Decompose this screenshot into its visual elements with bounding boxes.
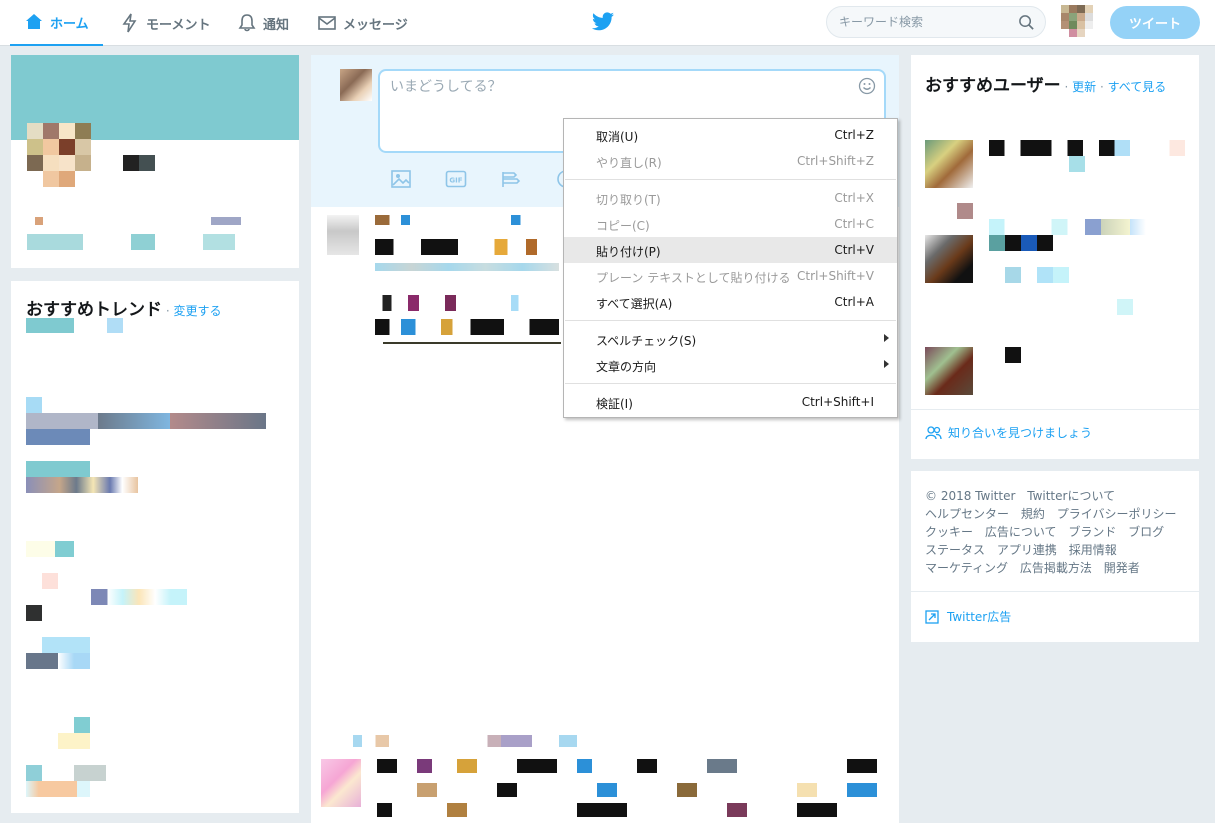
footer-card: © 2018 Twitter Twitterについて ヘルプセンター 規約 プラ… — [911, 471, 1199, 642]
footer-link[interactable]: マーケティング — [925, 561, 1008, 575]
footer-link[interactable]: プライバシーポリシー — [1057, 507, 1177, 521]
top-navigation: ホーム モーメント 通知 メッセージ ツイート — [0, 0, 1215, 46]
bell-icon — [238, 14, 256, 32]
search-input[interactable] — [827, 7, 1007, 37]
nav-home[interactable]: ホーム — [10, 0, 103, 46]
search-icon[interactable] — [1018, 14, 1035, 31]
footer-link[interactable]: クッキー — [925, 525, 973, 539]
twitter-bird-icon[interactable] — [591, 11, 615, 33]
lightning-icon — [122, 13, 137, 33]
user-avatar — [925, 235, 973, 283]
footer-link[interactable]: 開発者 — [1104, 561, 1140, 575]
profile-avatar[interactable] — [27, 123, 91, 187]
footer-link[interactable]: Twitterについて — [1027, 489, 1115, 503]
menu-item-spellcheck[interactable]: スペルチェック(S) — [564, 326, 897, 352]
menu-item-undo[interactable]: 取消(U) Ctrl+Z — [564, 122, 897, 148]
trend-item[interactable] — [26, 397, 42, 413]
footer-link[interactable]: ブログ — [1128, 525, 1164, 539]
trend-item[interactable] — [74, 717, 90, 733]
footer-link[interactable]: 広告について — [985, 525, 1057, 539]
twitter-ads-link[interactable]: Twitter広告 — [925, 608, 1011, 625]
people-icon — [925, 425, 942, 439]
poll-icon[interactable] — [500, 168, 522, 190]
menu-item-copy[interactable]: コピー(C) Ctrl+C — [564, 211, 897, 237]
tweet-button[interactable]: ツイート — [1110, 6, 1200, 39]
menu-item-select-all[interactable]: すべて選択(A) Ctrl+A — [564, 289, 897, 315]
nav-home-label: ホーム — [50, 16, 89, 32]
submenu-arrow-icon — [884, 360, 889, 368]
external-link-icon — [925, 609, 939, 624]
submenu-arrow-icon — [884, 334, 889, 342]
tweet-item[interactable] — [327, 215, 567, 343]
trends-header: おすすめトレンド · 変更する — [26, 300, 222, 320]
footer-link[interactable]: 規約 — [1021, 507, 1045, 521]
nav-messages[interactable]: メッセージ — [317, 0, 408, 46]
refresh-link[interactable]: 更新 — [1072, 80, 1096, 94]
find-friends-label: 知り合いを見つけましょう — [948, 426, 1093, 440]
menu-item-redo[interactable]: やり直し(R) Ctrl+Shift+Z — [564, 148, 897, 174]
trends-card: おすすめトレンド · 変更する — [11, 281, 299, 813]
twitter-ads-label: Twitter広告 — [947, 610, 1012, 624]
find-friends-link[interactable]: 知り合いを見つけましょう — [925, 424, 1092, 441]
suggested-user[interactable] — [925, 203, 1185, 283]
nav-moments-label: モーメント — [146, 17, 211, 33]
image-icon[interactable] — [390, 168, 412, 190]
footer-link[interactable]: アプリ連携 — [997, 543, 1057, 557]
user-avatar — [925, 140, 973, 188]
nav-moments[interactable]: モーメント — [120, 0, 210, 46]
trends-change-link[interactable]: 変更する — [173, 304, 221, 318]
gif-icon[interactable]: GIF — [445, 168, 467, 190]
menu-item-inspect[interactable]: 検証(I) Ctrl+Shift+I — [564, 389, 897, 415]
trend-item[interactable] — [26, 318, 74, 333]
trend-item[interactable] — [26, 541, 74, 557]
envelope-icon — [318, 16, 336, 30]
trend-item[interactable] — [42, 637, 90, 653]
user-avatar — [925, 347, 973, 395]
menu-item-text-direction[interactable]: 文章の方向 — [564, 352, 897, 378]
menu-item-paste-plain[interactable]: プレーン テキストとして貼り付ける Ctrl+Shift+V — [564, 263, 897, 289]
who-to-follow-header: おすすめユーザー · 更新 · すべて見る — [925, 76, 1167, 96]
emoji-icon[interactable] — [858, 77, 876, 95]
svg-text:GIF: GIF — [449, 177, 462, 185]
view-all-link[interactable]: すべて見る — [1108, 80, 1167, 94]
footer-link[interactable]: ステータス — [925, 543, 985, 557]
nav-notifications-label: 通知 — [263, 17, 290, 33]
home-icon — [26, 14, 42, 29]
trends-title: おすすめトレンド — [26, 300, 162, 320]
suggested-user[interactable] — [925, 347, 1185, 395]
footer-link[interactable]: 広告掲載方法 — [1020, 561, 1092, 575]
search-box — [826, 6, 1046, 38]
footer-link[interactable]: 採用情報 — [1069, 543, 1117, 557]
user-avatar[interactable] — [1061, 5, 1093, 37]
profile-stats-blur — [27, 234, 83, 250]
menu-item-cut[interactable]: 切り取り(T) Ctrl+X — [564, 185, 897, 211]
footer-link[interactable]: ブランド — [1068, 525, 1116, 539]
context-menu: 取消(U) Ctrl+Z やり直し(R) Ctrl+Shift+Z 切り取り(T… — [563, 118, 898, 418]
tweet-item[interactable] — [321, 731, 881, 823]
copyright-text: © 2018 Twitter — [925, 489, 1016, 503]
footer-links: © 2018 Twitter Twitterについて ヘルプセンター 規約 プラ… — [925, 487, 1187, 577]
who-to-follow-card: おすすめユーザー · 更新 · すべて見る 知り合いを見つけましょう — [911, 55, 1199, 459]
trend-item[interactable] — [26, 461, 90, 477]
nav-notifications[interactable]: 通知 — [237, 0, 289, 46]
profile-card — [11, 55, 299, 268]
compose-input[interactable] — [390, 79, 830, 95]
suggested-user[interactable] — [925, 140, 1185, 188]
nav-messages-label: メッセージ — [343, 17, 408, 33]
menu-item-paste[interactable]: 貼り付け(P) Ctrl+V — [564, 237, 897, 263]
profile-name-blur[interactable] — [123, 155, 139, 171]
compose-avatar — [340, 69, 372, 101]
who-to-follow-title: おすすめユーザー — [925, 76, 1061, 96]
footer-link[interactable]: ヘルプセンター — [925, 507, 1009, 521]
